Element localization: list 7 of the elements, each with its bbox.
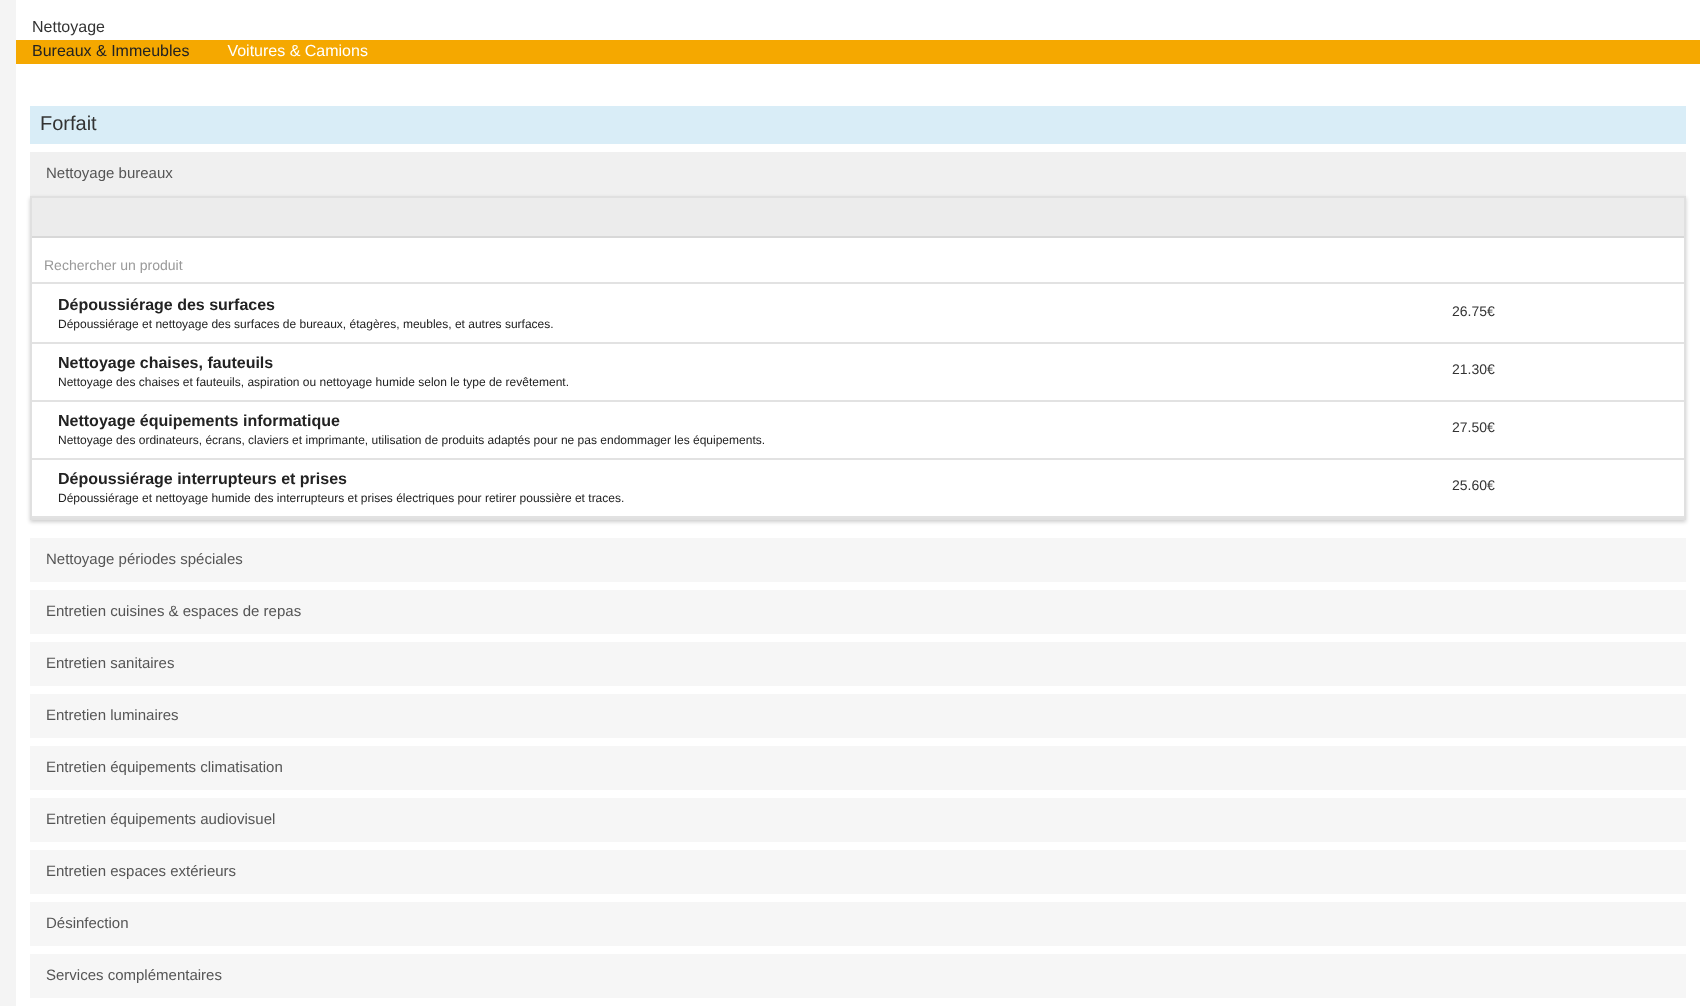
tab[interactable]: Bureaux & Immeubles	[32, 40, 190, 64]
product-name: Nettoyage chaises, fauteuils	[58, 351, 276, 375]
page-title: Nettoyage	[30, 16, 107, 40]
product-name: Dépoussiérage des surfaces	[58, 293, 277, 317]
product-name: Dépoussiérage interrupteurs et prises	[58, 467, 349, 491]
product-name: Nettoyage équipements informatique	[58, 409, 342, 433]
section-heading: Forfait	[30, 106, 1686, 144]
